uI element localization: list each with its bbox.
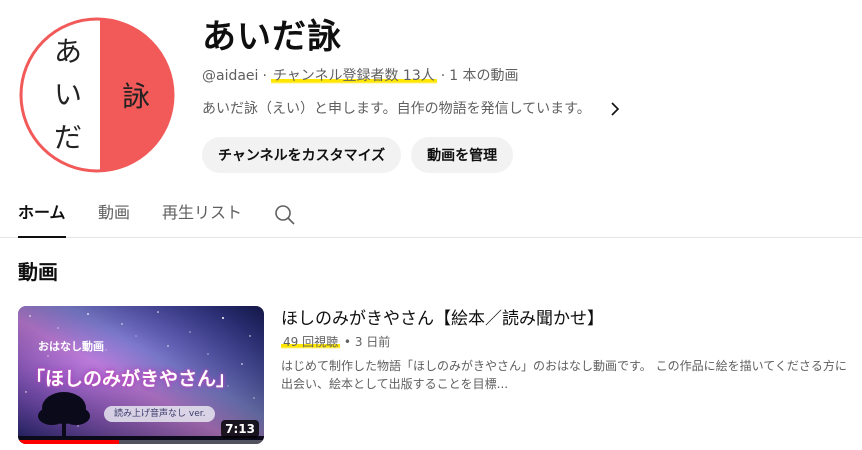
upload-age: 3 日前 (354, 335, 391, 349)
thumbnail-caption: おはなし動画 (38, 340, 104, 353)
channel-actions: チャンネルをカスタマイズ 動画を管理 (202, 137, 514, 173)
channel-name: あいだ詠 (202, 17, 342, 57)
video-thumbnail[interactable]: おはなし動画 「ほしのみがきやさん」 読み上げ音声なし ver. 7:13 (18, 306, 264, 444)
channel-avatar[interactable]: あ い だ 詠 (18, 16, 176, 174)
channel-description-text: あいだ詠（えい）と申します。自作の物語を発信しています。 (202, 101, 591, 117)
watch-progress-fill (18, 440, 119, 444)
separator-dot: • (340, 335, 355, 349)
thumbnail-title: 「ほしのみがきやさん」 (26, 368, 236, 390)
channel-tabs: ホーム 動画 再生リスト (0, 190, 862, 238)
video-count: 1 本の動画 (449, 68, 519, 84)
tab-home[interactable]: ホーム (18, 190, 66, 238)
avatar-char: あ (54, 35, 82, 68)
chevron-right-icon[interactable] (607, 101, 623, 117)
subscriber-count: チャンネル登録者数 13人 (270, 68, 437, 84)
customize-channel-button[interactable]: チャンネルをカスタマイズ (202, 137, 402, 173)
channel-handle: @aidaei (202, 68, 259, 84)
video-meta: 49 回視聴 • 3 日前 (281, 333, 390, 351)
manage-videos-button[interactable]: 動画を管理 (411, 137, 514, 173)
video-duration: 7:13 (221, 420, 259, 438)
thumbnail-version-pill: 読み上げ音声なし ver. (104, 406, 216, 422)
tab-playlists[interactable]: 再生リスト (162, 190, 242, 238)
avatar-char: 詠 (122, 80, 150, 113)
video-title[interactable]: ほしのみがきやさん【絵本／読み聞かせ】 (281, 306, 604, 332)
watch-progress-bar (18, 440, 264, 444)
separator-dot: · (440, 68, 446, 84)
video-description: はじめて制作した物語「ほしのみがきやさん」のおはなし動画です。 この作品に絵を描… (281, 359, 847, 391)
channel-description[interactable]: あいだ詠（えい）と申します。自作の物語を発信しています。 (202, 98, 623, 120)
tab-videos[interactable]: 動画 (98, 190, 130, 238)
channel-meta: @aidaei · チャンネル登録者数 13人 · 1 本の動画 (202, 66, 519, 86)
avatar-char: だ (54, 121, 82, 154)
separator-dot: · (262, 68, 267, 84)
avatar-char: い (54, 78, 82, 111)
search-icon[interactable] (274, 204, 296, 226)
section-title: 動画 (18, 260, 58, 284)
view-count: 49 回視聴 (281, 335, 341, 349)
